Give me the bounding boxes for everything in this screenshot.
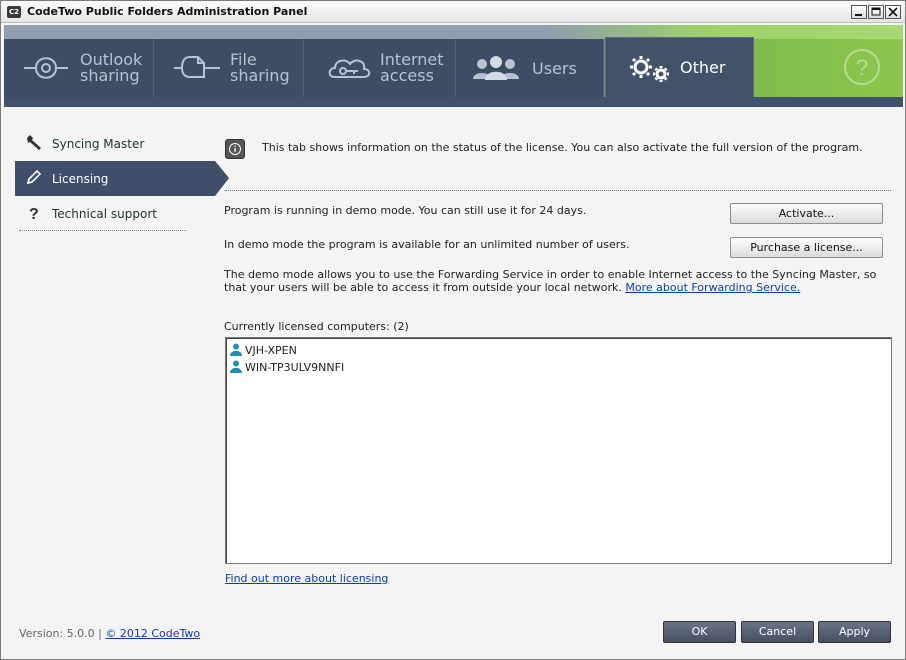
tab-users[interactable]: Users	[456, 39, 604, 97]
info-icon	[225, 139, 245, 159]
computer-name: VJH-XPEN	[245, 344, 297, 357]
tab-file-label: File sharing	[230, 50, 290, 85]
find-out-licensing-link[interactable]: Find out more about licensing	[225, 572, 388, 585]
tab-bar-strip	[4, 25, 903, 39]
pencil-icon	[26, 170, 42, 185]
tab-other[interactable]: Other	[605, 37, 754, 99]
sidebar-item-licensing[interactable]: Licensing	[15, 161, 229, 196]
forwarding-text: The demo mode allows you to use the Forw…	[224, 268, 894, 294]
outlook-sharing-icon	[24, 57, 68, 79]
copyright-link[interactable]: © 2012 CodeTwo	[105, 627, 200, 640]
sidebar-divider	[19, 230, 187, 231]
licensed-computers-list[interactable]: VJH-XPEN WIN-TP3ULV9NNFI	[225, 337, 892, 564]
tab-outlook-label: Outlook sharing	[80, 50, 143, 85]
info-text: This tab shows information on the status…	[262, 141, 863, 154]
apply-button[interactable]: Apply	[818, 621, 891, 643]
wrench-icon	[27, 135, 41, 150]
tab-bar-bottom-band	[4, 97, 903, 107]
user-icon	[230, 360, 242, 373]
tab-users-label: Users	[532, 59, 577, 78]
user-icon	[230, 343, 242, 356]
sidebar-item-syncing-master[interactable]: Syncing Master	[15, 126, 215, 161]
close-button[interactable]	[885, 5, 901, 19]
licensed-computers-text: Currently licensed computers:	[224, 320, 390, 333]
app-logo-icon: C2	[7, 6, 21, 18]
tab-other-label: Other	[680, 58, 726, 77]
version-info: Version: 5.0.0 | © 2012 CodeTwo	[19, 627, 200, 640]
svg-text:?: ?	[29, 206, 39, 221]
sidebar: Syncing Master Licensing ? Technical sup…	[15, 126, 229, 231]
purchase-license-button[interactable]: Purchase a license...	[730, 237, 883, 258]
licensed-computers-count: (2)	[393, 320, 409, 333]
demo-users-text: In demo mode the program is available fo…	[224, 238, 630, 251]
question-icon: ?	[29, 206, 39, 221]
licensed-computers-label: Currently licensed computers: (2)	[224, 320, 409, 333]
activate-button[interactable]: Activate...	[730, 203, 883, 224]
tab-outlook-sharing[interactable]: Outlook sharing	[4, 39, 154, 97]
tab-internet-access[interactable]: Internet access	[304, 39, 456, 97]
main-tab-bar: Outlook sharing File sharing Internet ac…	[4, 25, 903, 107]
forwarding-service-link[interactable]: More about Forwarding Service.	[625, 281, 800, 294]
app-window: C2 CodeTwo Public Folders Administration…	[0, 0, 906, 660]
section-divider	[225, 190, 891, 191]
gears-icon	[630, 56, 669, 82]
title-bar[interactable]: C2 CodeTwo Public Folders Administration…	[1, 1, 905, 23]
svg-text:?: ?	[856, 55, 868, 80]
users-icon	[473, 56, 519, 80]
computer-name: WIN-TP3ULV9NNFI	[245, 361, 345, 374]
cloud-key-icon	[328, 59, 371, 78]
minimize-button[interactable]	[851, 5, 867, 19]
sidebar-item-technical-support[interactable]: ? Technical support	[15, 196, 215, 231]
file-sharing-icon	[174, 56, 220, 78]
tab-file-sharing[interactable]: File sharing	[154, 39, 304, 97]
version-text: Version: 5.0.0 |	[19, 627, 102, 640]
cancel-button[interactable]: Cancel	[741, 621, 814, 643]
tab-internet-label: Internet access	[380, 50, 444, 85]
question-circle-icon[interactable]: ?	[842, 47, 882, 87]
maximize-button[interactable]	[868, 5, 884, 19]
sidebar-item-label: Technical support	[52, 207, 157, 221]
sidebar-item-label: Syncing Master	[52, 137, 145, 151]
ok-button[interactable]: OK	[663, 621, 736, 643]
window-title: CodeTwo Public Folders Administration Pa…	[27, 5, 308, 18]
demo-status-text: Program is running in demo mode. You can…	[224, 204, 587, 217]
sidebar-item-label: Licensing	[52, 172, 109, 186]
